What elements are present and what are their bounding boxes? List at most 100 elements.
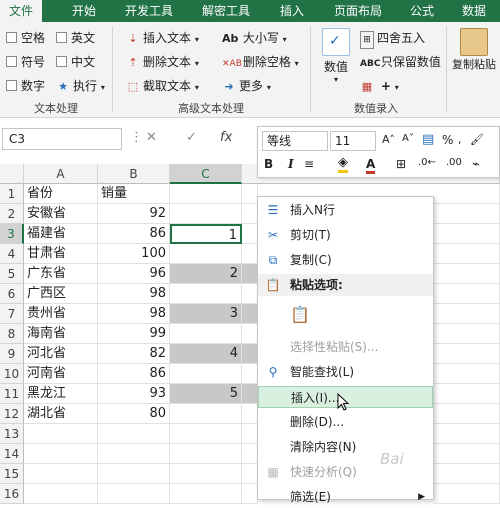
row-header[interactable]: 4 — [0, 244, 24, 264]
cell-a[interactable] — [24, 444, 98, 464]
cell-d[interactable] — [242, 444, 258, 464]
checkbox-box[interactable] — [56, 56, 67, 67]
cell-d[interactable] — [242, 404, 258, 424]
align-icon[interactable]: ≡ — [304, 157, 314, 171]
active-cell[interactable]: 1 — [170, 224, 242, 244]
tab-insert[interactable]: 插入 — [270, 0, 314, 22]
checkbox-box[interactable] — [6, 56, 17, 67]
cell-c[interactable]: 3 — [170, 304, 242, 324]
enter-icon[interactable]: ✓ — [186, 130, 197, 145]
cell-c[interactable] — [170, 284, 242, 304]
numeric-value-button[interactable]: ✓ 数值 ▾ — [318, 28, 354, 84]
cell-a[interactable]: 安徽省 — [24, 204, 98, 224]
cell-a[interactable]: 黑龙江 — [24, 384, 98, 404]
case-button[interactable]: Ab 大小写 ▾ — [222, 30, 287, 48]
cell-d[interactable] — [242, 264, 258, 284]
cancel-icon[interactable]: ✕ — [146, 130, 157, 145]
cell-e[interactable] — [434, 384, 500, 404]
cell-e[interactable] — [434, 424, 500, 444]
cell-b[interactable] — [98, 444, 170, 464]
more-button[interactable]: ➜ 更多 ▾ — [222, 78, 270, 96]
tab-page-layout[interactable]: 页面布局 — [326, 0, 390, 22]
cell-b[interactable]: 99 — [98, 324, 170, 344]
tab-file[interactable]: 文件 — [0, 0, 42, 22]
row-header[interactable]: 10 — [0, 364, 24, 384]
cell-c[interactable]: 4 — [170, 344, 242, 364]
row-header[interactable]: 12 — [0, 404, 24, 424]
borders-icon[interactable]: ⊞ — [396, 157, 406, 171]
row-header[interactable]: 11 — [0, 384, 24, 404]
context-menu-item[interactable]: ✂ 剪切(T) — [258, 224, 433, 246]
cell-d[interactable] — [242, 284, 258, 304]
italic-button[interactable]: I — [288, 157, 294, 171]
keep-value-button[interactable]: ABC 只保留数值 — [360, 54, 441, 72]
cell-b[interactable] — [98, 464, 170, 484]
cell-e[interactable] — [434, 484, 500, 504]
cell-c[interactable] — [170, 464, 242, 484]
cell-e[interactable] — [434, 444, 500, 464]
delete-space-button[interactable]: ✕AB 删除空格 ▾ — [222, 54, 299, 72]
cell-b[interactable]: 100 — [98, 244, 170, 264]
context-menu-item[interactable]: 删除(D)... — [258, 411, 433, 433]
cell-d[interactable] — [242, 204, 258, 224]
cell-d[interactable] — [242, 304, 258, 324]
comma-style-icon[interactable]: , — [458, 133, 462, 146]
cell-b[interactable]: 93 — [98, 384, 170, 404]
cell-b[interactable]: 86 — [98, 224, 170, 244]
cell-a[interactable]: 广西区 — [24, 284, 98, 304]
cell-e[interactable] — [434, 364, 500, 384]
cell-c[interactable] — [170, 444, 242, 464]
cell-d[interactable] — [242, 364, 258, 384]
cell-b[interactable]: 86 — [98, 364, 170, 384]
row-header[interactable]: 15 — [0, 464, 24, 484]
cell-d[interactable] — [242, 384, 258, 404]
cell-a[interactable]: 河南省 — [24, 364, 98, 384]
checkbox-chinese[interactable]: 中文 — [56, 54, 95, 70]
cell-b[interactable]: 92 — [98, 204, 170, 224]
brush-icon[interactable]: 🖌 — [470, 133, 484, 146]
row-header[interactable]: 7 — [0, 304, 24, 324]
cell-e[interactable] — [434, 204, 500, 224]
decrease-decimal-icon[interactable]: .0← — [418, 157, 436, 168]
calculate-button[interactable]: ▦ + ▾ — [360, 78, 399, 96]
bold-button[interactable]: B — [264, 157, 273, 171]
cell-a[interactable] — [24, 484, 98, 504]
cell-b[interactable]: 96 — [98, 264, 170, 284]
tab-data[interactable]: 数据 — [452, 0, 496, 22]
format-painter-icon[interactable]: ⌁ — [472, 157, 480, 172]
row-header[interactable]: 5 — [0, 264, 24, 284]
checkbox-box[interactable] — [6, 80, 17, 91]
checkbox-box[interactable] — [56, 32, 67, 43]
row-header[interactable]: 13 — [0, 424, 24, 444]
cell-a[interactable]: 广东省 — [24, 264, 98, 284]
cell-e[interactable] — [434, 464, 500, 484]
row-header[interactable]: 1 — [0, 184, 24, 204]
checkbox-box[interactable] — [6, 32, 17, 43]
percent-icon[interactable]: % — [442, 133, 453, 147]
row-header[interactable]: 2 — [0, 204, 24, 224]
context-menu-item[interactable]: ☰ 插入N行 — [258, 199, 433, 221]
round-button[interactable]: ⊞ 四舍五入 — [360, 30, 425, 49]
cell-b[interactable]: 80 — [98, 404, 170, 424]
context-menu-item[interactable]: 清除内容(N) — [258, 436, 433, 458]
row-header[interactable]: 6 — [0, 284, 24, 304]
cell-d[interactable] — [242, 484, 258, 504]
cell-b[interactable]: 98 — [98, 304, 170, 324]
cell-e[interactable] — [434, 264, 500, 284]
tab-developer[interactable]: 开发工具 — [118, 0, 180, 22]
cell-e[interactable] — [434, 344, 500, 364]
row-header[interactable]: 3 — [0, 224, 24, 244]
cell-d[interactable] — [242, 344, 258, 364]
cell-c[interactable] — [170, 184, 242, 204]
cell-d[interactable] — [242, 464, 258, 484]
cell-e[interactable] — [434, 284, 500, 304]
cell-b[interactable] — [98, 484, 170, 504]
cut-text-button[interactable]: ⬚ 截取文本 ▾ — [126, 78, 199, 96]
execute-button[interactable]: ★ 执行 ▾ — [56, 78, 105, 96]
checkbox-number[interactable]: 数字 — [6, 78, 45, 94]
cell-c[interactable] — [170, 204, 242, 224]
insert-text-button[interactable]: ⇣ 插入文本 ▾ — [126, 30, 198, 48]
context-menu-item[interactable]: ⧉ 复制(C) — [258, 249, 433, 271]
font-color-button[interactable]: A — [366, 157, 376, 174]
cell-c[interactable] — [170, 404, 242, 424]
